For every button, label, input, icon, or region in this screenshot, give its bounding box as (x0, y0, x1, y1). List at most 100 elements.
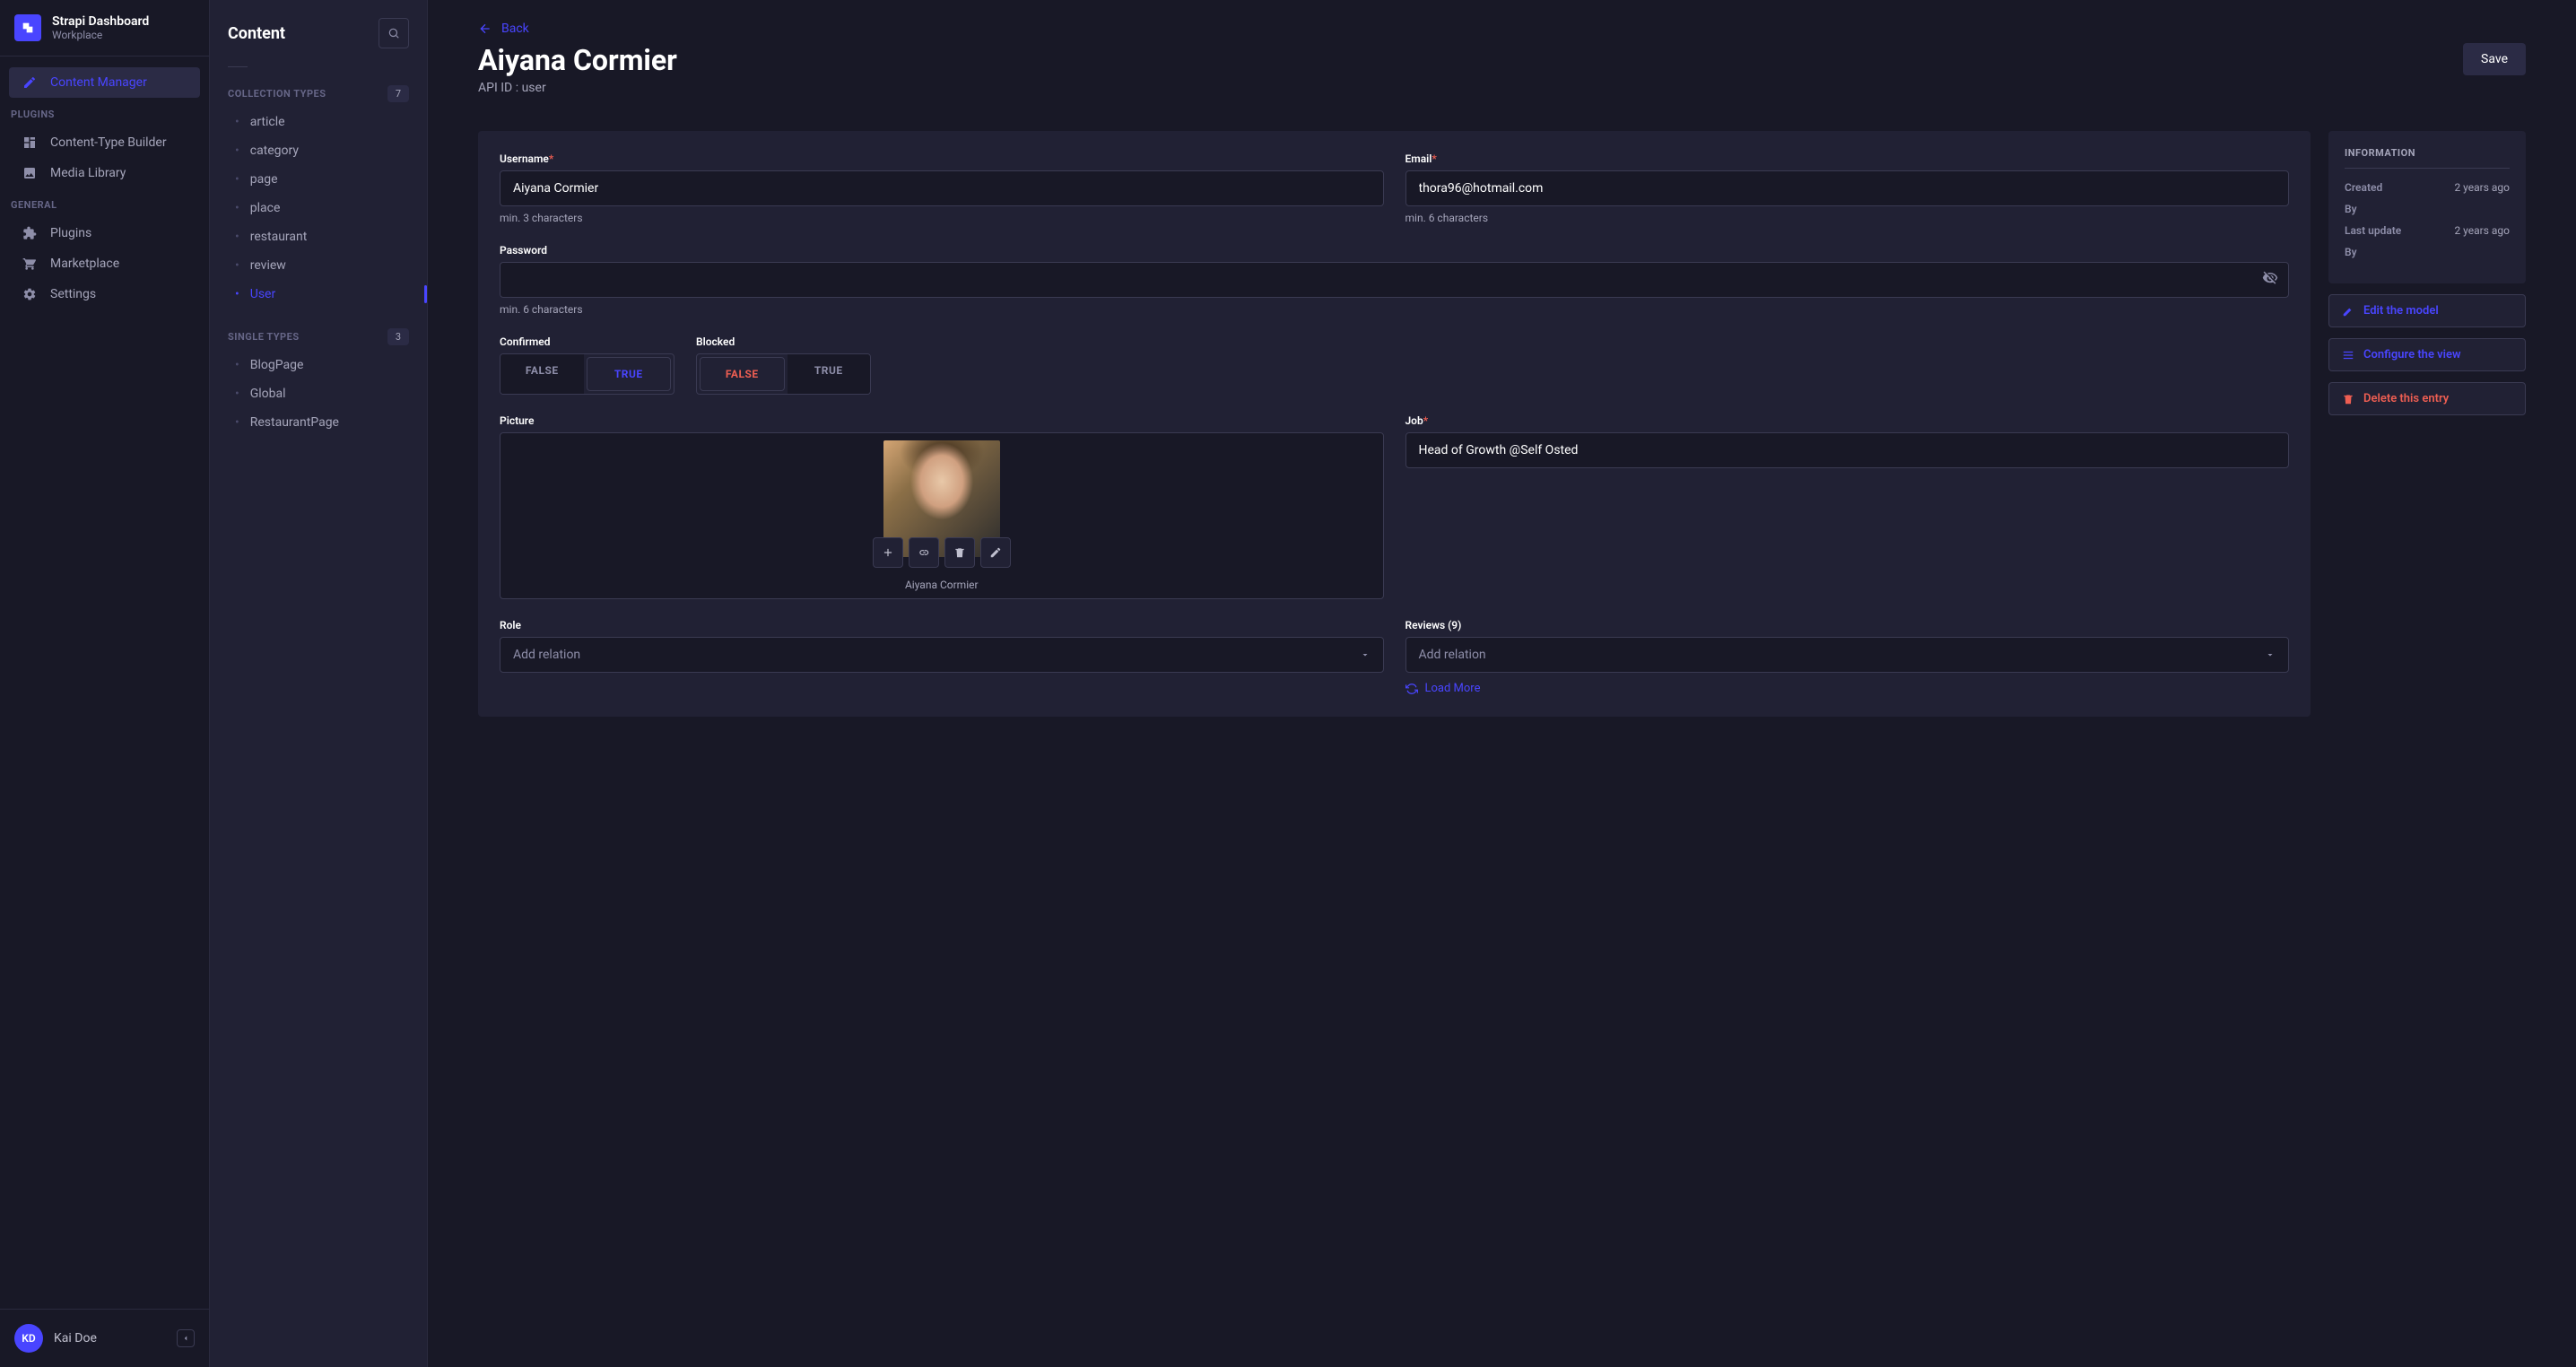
edit-model-label: Edit the model (2363, 304, 2439, 318)
page-subtitle: API ID : user (478, 81, 677, 95)
picture-box: Aiyana Cormier (500, 432, 1384, 599)
username-input[interactable] (500, 170, 1384, 206)
picture-delete-button[interactable] (944, 537, 975, 568)
role-placeholder: Add relation (513, 648, 580, 662)
save-button[interactable]: Save (2463, 43, 2526, 75)
confirmed-toggle: FALSE TRUE (500, 353, 674, 395)
nav-heading-general: GENERAL (0, 192, 209, 218)
configure-view-label: Configure the view (2363, 348, 2461, 361)
username-hint: min. 3 characters (500, 212, 1384, 224)
primary-sidebar: Strapi Dashboard Workplace Content Manag… (0, 0, 210, 1367)
configure-view-button[interactable]: Configure the view (2328, 338, 2526, 371)
collapse-sidebar-button[interactable] (177, 1329, 195, 1347)
updated-label: Last update (2345, 224, 2401, 237)
delete-entry-label: Delete this entry (2363, 392, 2449, 405)
collection-count-badge: 7 (387, 85, 409, 102)
nav-label: Content-Type Builder (50, 135, 167, 150)
nav-marketplace[interactable]: Marketplace (9, 248, 200, 279)
picture-link-button[interactable] (909, 537, 939, 568)
created-label: Created (2345, 181, 2382, 194)
username-label: Username* (500, 152, 1384, 165)
nav-label: Media Library (50, 166, 126, 180)
updated-value: 2 years ago (2454, 224, 2510, 237)
reviews-label: Reviews (9) (1405, 619, 2290, 631)
main-content: Back Aiyana Cormier API ID : user Save U… (428, 0, 2576, 1367)
chevron-down-icon (2265, 649, 2276, 660)
role-label: Role (500, 619, 1384, 631)
eye-off-icon (2262, 270, 2278, 286)
pencil-icon (2342, 305, 2354, 318)
sec-item-category[interactable]: category (210, 136, 427, 165)
layout-icon (22, 135, 38, 150)
confirmed-true[interactable]: TRUE (587, 357, 672, 391)
confirmed-label: Confirmed (500, 335, 674, 348)
nav-label: Marketplace (50, 257, 119, 271)
divider (228, 66, 248, 67)
created-by-label: By (2345, 203, 2357, 215)
nav-label: Settings (50, 287, 96, 301)
delete-entry-button[interactable]: Delete this entry (2328, 382, 2526, 415)
password-input[interactable] (500, 262, 2289, 298)
job-input[interactable] (1405, 432, 2290, 468)
search-button[interactable] (379, 18, 409, 48)
email-hint: min. 6 characters (1405, 212, 2290, 224)
secondary-title: Content (228, 24, 285, 43)
sec-item-place[interactable]: place (210, 194, 427, 222)
nav-heading-plugins: PLUGINS (0, 101, 209, 127)
load-more-link[interactable]: Load More (1405, 682, 2290, 695)
cart-icon (22, 257, 38, 271)
single-count-badge: 3 (387, 328, 409, 345)
load-more-label: Load More (1425, 682, 1481, 695)
collection-types-label: COLLECTION TYPES (228, 88, 326, 100)
blocked-true[interactable]: TRUE (788, 354, 871, 394)
blocked-label: Blocked (696, 335, 871, 348)
user-avatar[interactable]: KD (14, 1324, 43, 1353)
trash-icon (2342, 393, 2354, 405)
single-types-label: SINGLE TYPES (228, 331, 300, 343)
updated-by-label: By (2345, 246, 2357, 258)
sec-item-user[interactable]: User (210, 280, 427, 309)
brand-subtitle: Workplace (52, 29, 149, 41)
back-link[interactable]: Back (478, 22, 2526, 36)
reviews-placeholder: Add relation (1419, 648, 1486, 662)
confirmed-false[interactable]: FALSE (500, 354, 584, 394)
nav-settings[interactable]: Settings (9, 279, 200, 309)
sec-item-global[interactable]: Global (210, 379, 427, 408)
edit-model-button[interactable]: Edit the model (2328, 294, 2526, 327)
picture-edit-button[interactable] (980, 537, 1011, 568)
nav-plugins[interactable]: Plugins (9, 218, 200, 248)
sec-item-review[interactable]: review (210, 251, 427, 280)
job-label: Job* (1405, 414, 2290, 427)
list-icon (2342, 349, 2354, 361)
created-value: 2 years ago (2454, 181, 2510, 194)
reviews-select[interactable]: Add relation (1405, 637, 2290, 673)
sidebar-footer: KD Kai Doe (0, 1309, 209, 1367)
nav-content-type-builder[interactable]: Content-Type Builder (9, 127, 200, 158)
toggle-password-visibility[interactable] (2262, 270, 2278, 290)
picture-caption: Aiyana Cormier (905, 579, 979, 591)
form-card: Username* min. 3 characters Email* min. … (478, 131, 2311, 717)
secondary-sidebar: Content COLLECTION TYPES 7 article categ… (210, 0, 428, 1367)
sec-item-page[interactable]: page (210, 165, 427, 194)
brand-header: Strapi Dashboard Workplace (0, 0, 209, 57)
role-select[interactable]: Add relation (500, 637, 1384, 673)
information-heading: INFORMATION (2345, 147, 2510, 169)
nav-media-library[interactable]: Media Library (9, 158, 200, 188)
nav-content-manager[interactable]: Content Manager (9, 67, 200, 98)
search-icon (387, 27, 400, 39)
email-input[interactable] (1405, 170, 2290, 206)
sec-item-blogpage[interactable]: BlogPage (210, 351, 427, 379)
picture-add-button[interactable] (873, 537, 903, 568)
sec-item-restaurantpage[interactable]: RestaurantPage (210, 408, 427, 437)
user-name: Kai Doe (54, 1331, 166, 1345)
sec-item-restaurant[interactable]: restaurant (210, 222, 427, 251)
gear-icon (22, 287, 38, 301)
back-label: Back (501, 22, 529, 36)
page-title: Aiyana Cormier (478, 43, 677, 77)
password-hint: min. 6 characters (500, 303, 2289, 316)
nav-label: Content Manager (50, 75, 147, 90)
blocked-toggle: FALSE TRUE (696, 353, 871, 395)
sec-item-article[interactable]: article (210, 108, 427, 136)
pencil-square-icon (22, 75, 38, 90)
blocked-false[interactable]: FALSE (700, 357, 785, 391)
